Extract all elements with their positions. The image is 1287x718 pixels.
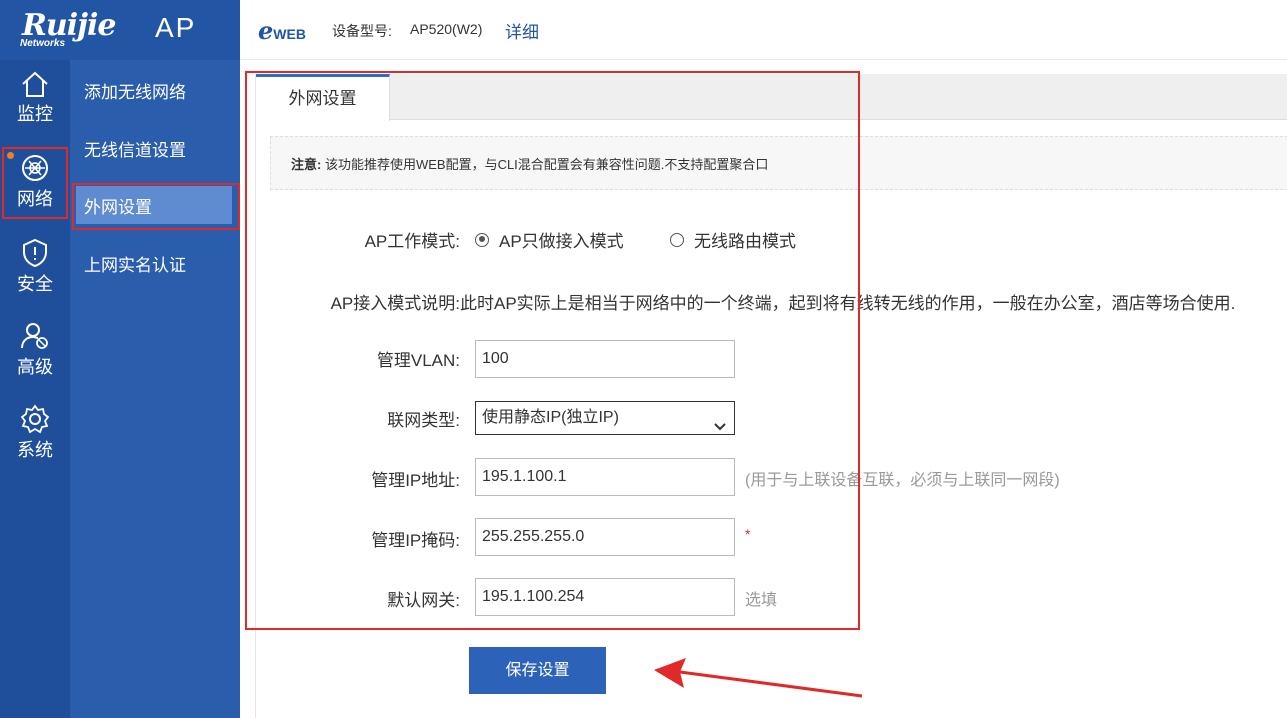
sidebar: Ruijie Networks AP 监控 网络 安全 高级 系统 添加无线网络… [0, 0, 240, 718]
logo-bar: Ruijie Networks AP [0, 0, 240, 60]
brand-logo-sub: Networks [20, 38, 66, 49]
gear-icon [0, 404, 70, 434]
save-button[interactable]: 保存设置 [469, 647, 606, 694]
sub-item-add-wireless[interactable]: 添加无线网络 [84, 78, 186, 103]
sub-item-realname[interactable]: 上网实名认证 [84, 251, 186, 276]
nav-item-system[interactable]: 系统 [0, 396, 70, 474]
model-label: 设备型号: [332, 23, 392, 39]
sub-item-channel[interactable]: 无线信道设置 [84, 136, 186, 161]
nav-item-label: 高级 [17, 357, 53, 377]
highlight-box-nav [2, 147, 68, 219]
nav-item-monitor[interactable]: 监控 [0, 62, 70, 140]
header: eWEB 设备型号: AP520(W2) 详细 [240, 0, 1287, 60]
highlight-box-form [245, 71, 860, 630]
sub-item-wan[interactable]: 外网设置 [84, 193, 152, 218]
nav-item-label: 监控 [17, 104, 53, 124]
nav-item-label: 系统 [17, 440, 53, 460]
nav-item-label: 安全 [17, 274, 53, 294]
nav-item-advanced[interactable]: 高级 [0, 313, 70, 391]
nav-item-security[interactable]: 安全 [0, 230, 70, 308]
home-icon [0, 70, 70, 98]
user-settings-icon [0, 321, 70, 351]
eweb-logo: eWEB [258, 16, 306, 45]
shield-icon [0, 238, 70, 268]
detail-link[interactable]: 详细 [505, 18, 539, 43]
red-arrow-annotation [654, 658, 863, 698]
product-name: AP [155, 12, 197, 43]
model-value: AP520(W2) [410, 21, 483, 37]
